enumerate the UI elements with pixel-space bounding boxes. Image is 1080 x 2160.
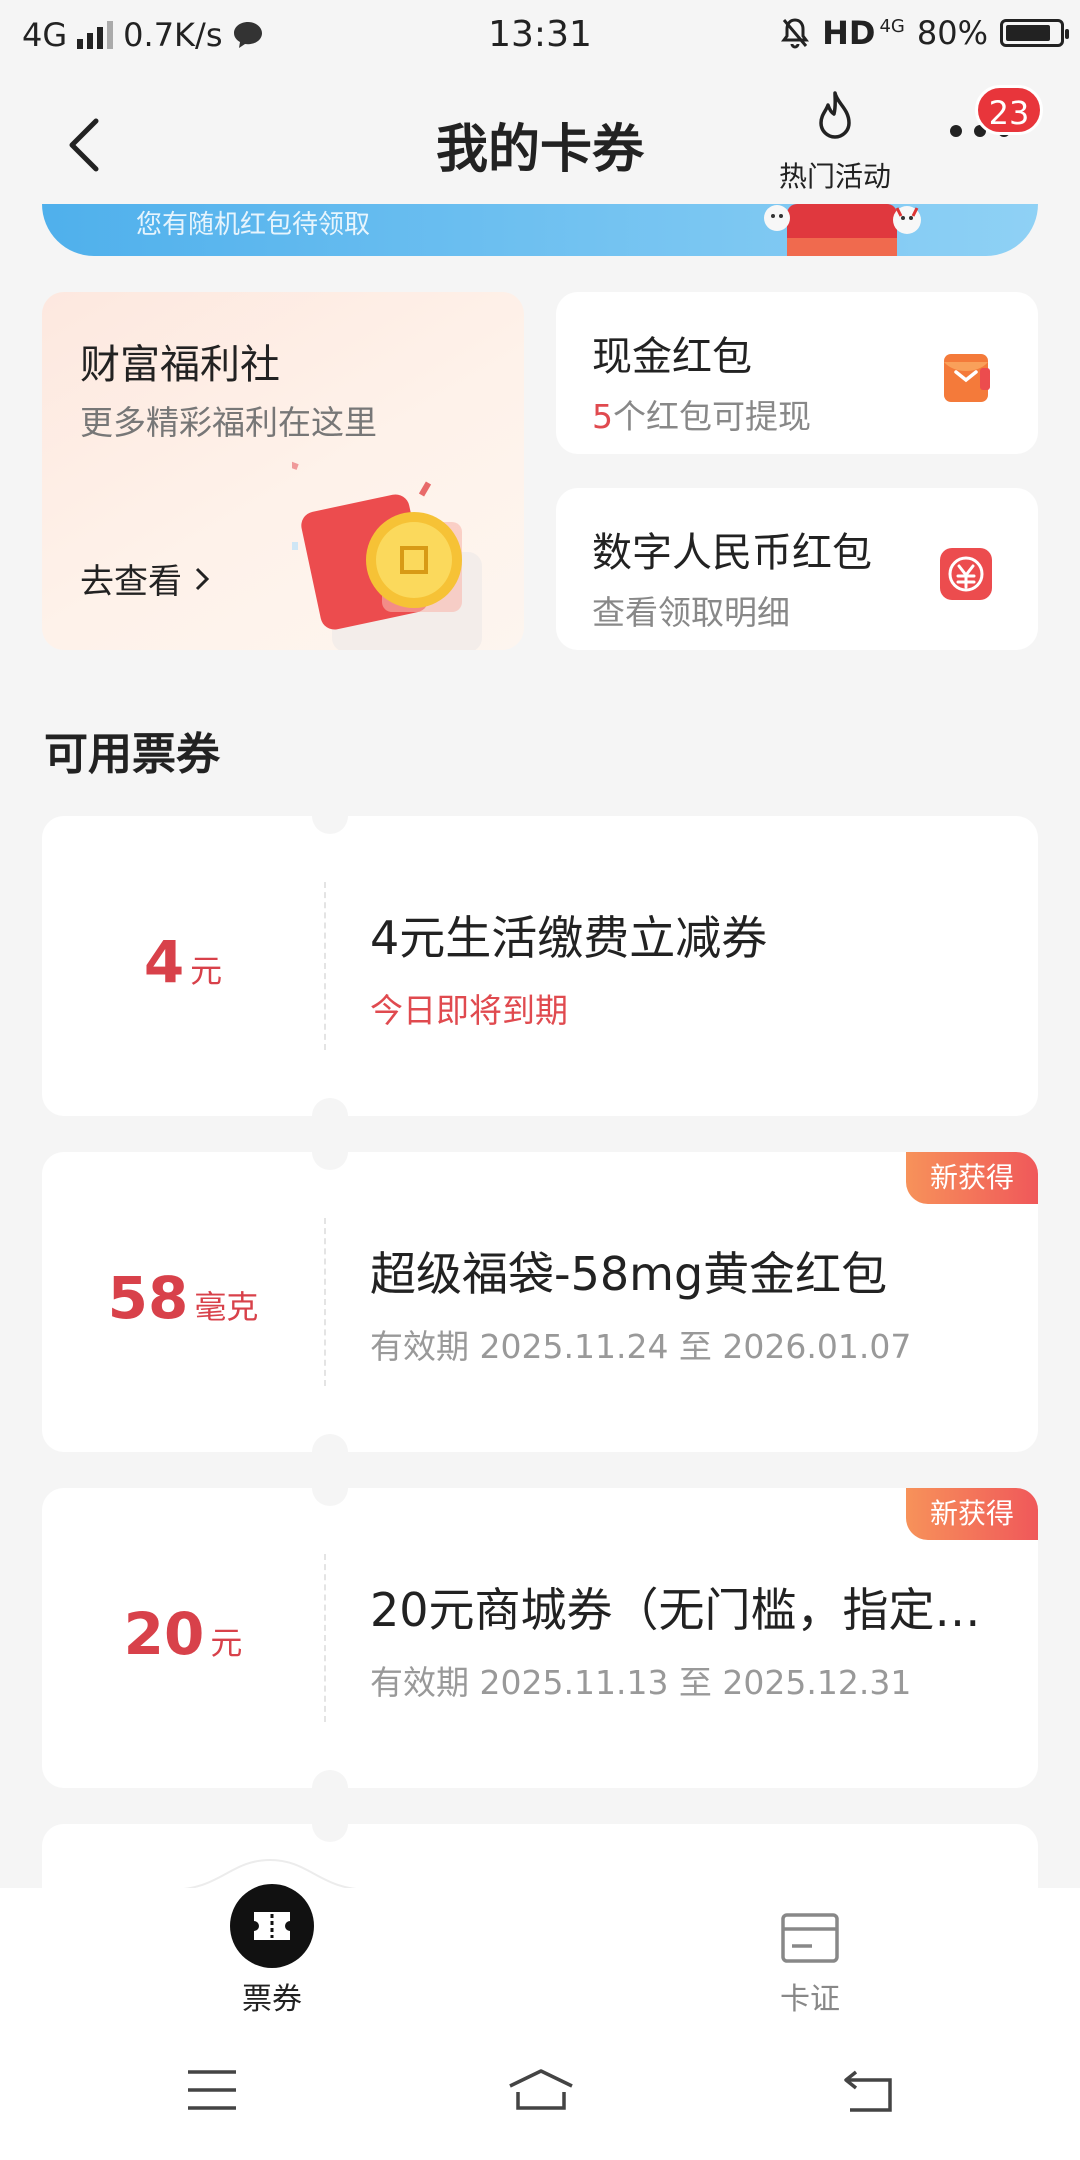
ecny-redpacket-subtitle: 查看领取明细 bbox=[592, 593, 790, 632]
wealth-welfare-card[interactable]: 财富福利社 更多精彩福利在这里 去查看 bbox=[42, 292, 524, 650]
card-icon[interactable] bbox=[780, 1912, 840, 1964]
hot-activity-button[interactable]: 热门活动 bbox=[765, 85, 905, 193]
coupon-card[interactable]: 4元 4元生活缴费立减券 今日即将到期 bbox=[42, 798, 1038, 1134]
home-icon[interactable] bbox=[506, 2068, 576, 2116]
back-nav-icon[interactable] bbox=[842, 2068, 896, 2114]
flame-icon bbox=[819, 91, 851, 139]
status-right: HD 4G 80% bbox=[780, 14, 1069, 52]
coupon-notch bbox=[312, 1434, 348, 1470]
coupon-notch bbox=[312, 1098, 348, 1134]
notification-badge: 23 bbox=[975, 85, 1043, 135]
battery-icon bbox=[1000, 19, 1069, 47]
coupon-title: 超级福袋-58mg黄金红包 bbox=[370, 1247, 888, 1301]
hd-label: HD bbox=[822, 14, 876, 52]
tab-tickets[interactable]: 票券 bbox=[0, 1974, 544, 2018]
coupon-amount-value: 58 bbox=[107, 1264, 189, 1332]
coupon-card[interactable]: 新获得 20 元 20元商城券（无门槛，指定… 有效期 2025.11.13 至 … bbox=[42, 1470, 1038, 1806]
coupon-notch bbox=[312, 1134, 348, 1170]
ecny-icon bbox=[940, 548, 992, 600]
menu-icon[interactable] bbox=[186, 2068, 238, 2112]
redpacket-icon bbox=[944, 354, 990, 402]
cash-redpacket-subtitle: 5个红包可提现 bbox=[592, 390, 811, 438]
coupon-divider bbox=[324, 882, 326, 1050]
coupon-amount: 58 毫克 bbox=[42, 1264, 324, 1332]
coupon-divider bbox=[324, 1218, 326, 1386]
coupon-validity: 有效期 2025.11.13 至 2025.12.31 bbox=[370, 1663, 912, 1702]
banner-illustration bbox=[764, 204, 921, 256]
new-tag: 新获得 bbox=[906, 1152, 1038, 1204]
section-title: 可用票券 bbox=[44, 729, 220, 780]
welfare-subtitle: 更多精彩福利在这里 bbox=[80, 403, 377, 442]
coupon-notch bbox=[312, 1770, 348, 1806]
ecny-redpacket-card[interactable]: 数字人民币红包 查看领取明细 bbox=[556, 488, 1038, 650]
cash-redpacket-count: 5 bbox=[592, 397, 613, 436]
hd-network: 4G bbox=[879, 15, 905, 37]
battery-percent: 80% bbox=[916, 14, 988, 52]
tab-cards[interactable]: 卡证 bbox=[650, 1974, 970, 2018]
coupon-amount-unit: 元 bbox=[210, 1624, 243, 1662]
coupon-amount: 20 元 bbox=[42, 1600, 324, 1668]
page-title: 我的卡券 bbox=[435, 120, 644, 180]
coupon-amount-unit: 毫克 bbox=[194, 1288, 259, 1326]
welfare-link-label: 去查看 bbox=[80, 562, 182, 602]
coupon-expiry: 今日即将到期 bbox=[370, 991, 568, 1030]
coupon-amount-unit: 元 bbox=[190, 952, 223, 990]
coupon-title: 20元商城券（无门槛，指定… bbox=[370, 1583, 981, 1637]
hot-activity-label: 热门活动 bbox=[778, 160, 891, 193]
ecny-redpacket-title: 数字人民币红包 bbox=[592, 530, 872, 576]
mute-bell-icon bbox=[781, 18, 810, 49]
coupon-notch bbox=[312, 1806, 348, 1842]
cash-redpacket-title: 现金红包 bbox=[592, 334, 752, 380]
cash-redpacket-subtitle-text: 个红包可提现 bbox=[613, 397, 811, 436]
coupon-title: 4元生活缴费立减券 bbox=[370, 911, 768, 965]
coupon-amount-value: 4 bbox=[143, 928, 185, 996]
coupon-validity: 有效期 2025.11.24 至 2026.01.07 bbox=[370, 1327, 912, 1366]
welfare-view-link[interactable]: 去查看 bbox=[80, 554, 210, 603]
top-header: 我的卡券 热门活动 23 bbox=[0, 75, 1080, 205]
status-bar: 4G 0.7K/s 13:31 HD 4G 80% bbox=[0, 0, 1080, 75]
coupon-divider bbox=[324, 1554, 326, 1722]
gift-coin-illustration bbox=[292, 458, 482, 650]
welfare-title: 财富福利社 bbox=[80, 342, 280, 388]
coupon-card[interactable]: 新获得 58 毫克 超级福袋-58mg黄金红包 有效期 2025.11.24 至 … bbox=[42, 1134, 1038, 1470]
coupon-amount: 4元 bbox=[42, 928, 324, 996]
cash-redpacket-card[interactable]: 现金红包 5个红包可提现 bbox=[556, 292, 1038, 454]
coupon-amount-value: 20 bbox=[123, 1600, 205, 1668]
coupon-notch bbox=[312, 798, 348, 834]
promo-banner[interactable]: 您有随机红包待领取 bbox=[42, 204, 1038, 256]
coupon-notch bbox=[312, 1470, 348, 1506]
ticket-icon bbox=[254, 1912, 290, 1940]
new-tag: 新获得 bbox=[906, 1488, 1038, 1540]
chevron-right-icon bbox=[195, 567, 210, 590]
system-nav-bar bbox=[0, 2028, 1080, 2160]
tickets-tab-icon[interactable] bbox=[230, 1884, 314, 1968]
banner-text: 您有随机红包待领取 bbox=[136, 210, 371, 240]
